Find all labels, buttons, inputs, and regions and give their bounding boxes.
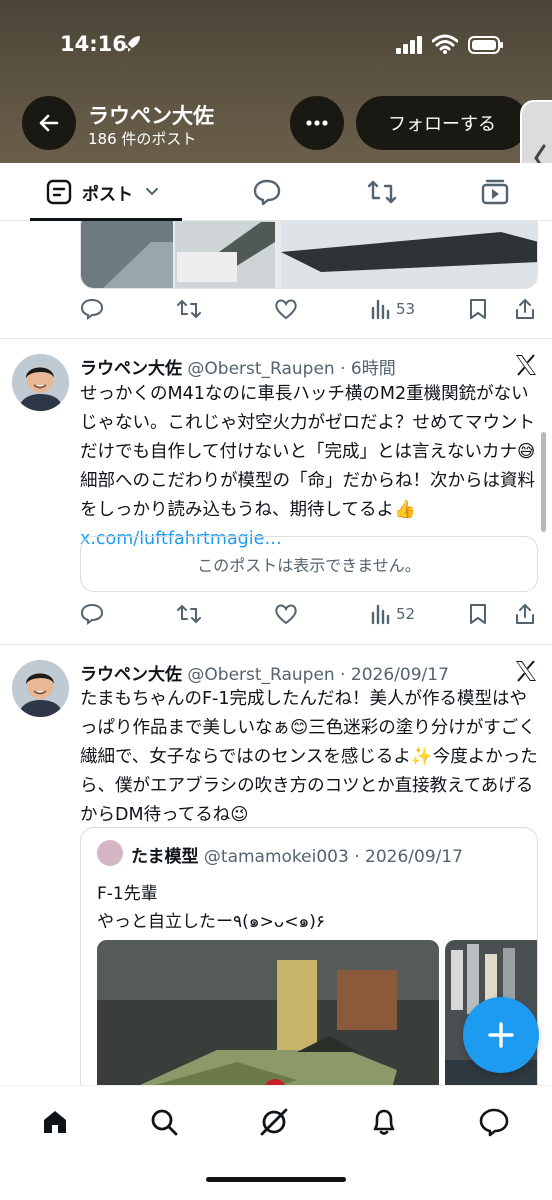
quoted-author-name: たま模型 [131, 847, 199, 867]
search-icon [151, 1109, 178, 1136]
post-divider [0, 644, 552, 645]
tab-posts-label: ポスト [82, 184, 133, 205]
home-icon [44, 1111, 66, 1133]
media-image [81, 221, 537, 288]
quoted-line-1: F-1先輩 [97, 884, 158, 904]
post-icon [46, 179, 72, 205]
post-actions: 53 [80, 294, 540, 324]
tab-reposts[interactable] [366, 163, 398, 221]
signal-icon [396, 36, 422, 54]
repost-icon [177, 604, 201, 624]
bar-chart-icon [371, 299, 390, 320]
repost-button[interactable] [176, 294, 202, 324]
tab-posts[interactable]: ポスト [46, 163, 159, 221]
bookmark-icon [470, 604, 486, 624]
bell-icon [373, 1109, 395, 1135]
bottom-navigation [0, 1085, 552, 1200]
like-button[interactable] [274, 599, 298, 629]
avatar-image [12, 660, 69, 717]
profile-header: 14:16 ラウペン大佐 186 件のポスト フォローする [0, 0, 552, 216]
nav-notifications[interactable] [366, 1104, 402, 1140]
repost-icon [177, 299, 201, 319]
author-handle-time: @Oberst_Raupen · 6時間 [187, 359, 396, 379]
post-media[interactable] [80, 221, 538, 289]
quoted-line-2: やっと自立したー٩(๑>ᴗ<๑)۶ [97, 912, 326, 932]
avatar[interactable] [12, 354, 69, 411]
nav-home[interactable] [37, 1104, 73, 1140]
avatar[interactable] [12, 660, 69, 717]
status-time: 14:16 [60, 32, 127, 56]
views-button[interactable]: 53 [370, 294, 415, 324]
post-feed[interactable]: 53 ラウペン大佐 @Oberst_Raupen · 6時間 せっかくのM41な… [0, 221, 552, 1085]
post-divider [0, 338, 552, 339]
ellipsis-icon [306, 120, 328, 126]
unavailable-quote: このポストは表示できません。 [80, 536, 538, 592]
compose-button[interactable] [463, 997, 539, 1073]
author-name[interactable]: ラウペン大佐 [80, 359, 182, 379]
back-button[interactable] [22, 96, 76, 150]
reply-icon [80, 298, 104, 320]
bookmark-button[interactable] [468, 599, 488, 629]
share-button[interactable] [514, 599, 536, 629]
home-indicator[interactable] [206, 1177, 346, 1182]
reply-button[interactable] [80, 599, 104, 629]
wifi-icon [432, 34, 458, 54]
bar-chart-icon [371, 604, 390, 625]
reply-button[interactable] [80, 294, 104, 324]
avatar-image [12, 354, 69, 411]
quoted-handle-time: @tamamokei003 · 2026/09/17 [203, 847, 463, 867]
post-actions: 52 [80, 599, 540, 629]
views-button[interactable]: 52 [370, 599, 415, 629]
share-icon [516, 299, 534, 319]
author-handle-time: @Oberst_Raupen · 2026/09/17 [187, 665, 449, 685]
repost-icon [367, 180, 397, 204]
chevron-down-icon [146, 188, 158, 196]
x-logo-icon [516, 660, 536, 682]
bookmark-button[interactable] [468, 294, 488, 324]
model-jet-photo: 247 [97, 940, 439, 1085]
post-text: せっかくのM41なのに車長ハッチ横のM2重機関銃がないじゃない。これじゃ対空火力… [80, 380, 540, 554]
post-body: せっかくのM41なのに車長ハッチ横のM2重機関銃がないじゃない。これじゃ対空火力… [80, 384, 536, 520]
share-icon [516, 604, 534, 624]
profile-name: ラウペン大佐 [88, 104, 214, 128]
heart-icon [275, 604, 297, 625]
quoted-text: F-1先輩 やっと自立したー٩(๑>ᴗ<๑)۶ [97, 880, 325, 936]
post-header: ラウペン大佐 @Oberst_Raupen · 6時間 [80, 354, 396, 379]
profile-tabs: ポスト [0, 163, 552, 221]
quoted-avatar [97, 840, 123, 866]
share-button[interactable] [514, 294, 536, 324]
video-icon [481, 179, 509, 205]
views-count: 52 [396, 605, 416, 623]
tab-media[interactable] [480, 163, 510, 221]
arrow-left-icon [39, 114, 59, 132]
scrollbar[interactable] [541, 432, 546, 532]
quoted-header: たま模型 @tamamokei003 · 2026/09/17 [131, 842, 463, 867]
nav-grok[interactable] [256, 1104, 292, 1140]
tab-replies[interactable] [252, 163, 282, 221]
nav-search[interactable] [146, 1104, 182, 1140]
message-icon [479, 1108, 509, 1137]
more-options-button[interactable] [290, 96, 344, 150]
nav-messages[interactable] [476, 1104, 512, 1140]
like-button[interactable] [274, 294, 298, 324]
author-name[interactable]: ラウペン大佐 [80, 665, 182, 685]
rocket-icon [124, 36, 140, 52]
views-count: 53 [396, 300, 416, 318]
status-bar: 14:16 [0, 28, 552, 64]
reply-icon [253, 179, 281, 206]
plus-icon [488, 1022, 514, 1048]
reply-icon [80, 603, 104, 625]
repost-button[interactable] [176, 599, 202, 629]
x-logo-icon [516, 354, 536, 376]
bookmark-icon [470, 299, 486, 319]
follow-button[interactable]: フォローする [356, 96, 528, 150]
post-text: たまもちゃんのF-1完成したんだね！美人が作る模型はやっぱり作品まで美しいなぁ😊… [80, 689, 538, 825]
post-count: 186 件のポスト [88, 130, 197, 148]
post-header: ラウペン大佐 @Oberst_Raupen · 2026/09/17 [80, 660, 449, 685]
heart-icon [275, 299, 297, 320]
quoted-image[interactable]: 247 [97, 940, 439, 1085]
grok-icon [260, 1108, 288, 1136]
battery-icon [468, 36, 503, 54]
